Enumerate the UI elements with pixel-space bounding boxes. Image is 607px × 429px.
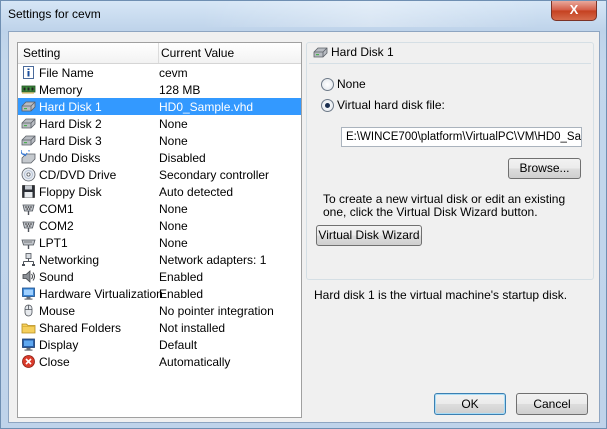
- hardware-virtualization-icon: [21, 286, 36, 301]
- setting-name: Hard Disk 2: [39, 117, 102, 131]
- window-title: Settings for cevm: [8, 7, 101, 21]
- undo-disks-icon: [21, 150, 36, 165]
- browse-button[interactable]: Browse...: [508, 158, 581, 179]
- setting-name: Shared Folders: [39, 321, 122, 335]
- setting-value: Default: [159, 338, 198, 352]
- title-glare: [201, 1, 541, 27]
- cd-dvd-icon: [21, 167, 36, 182]
- setting-value: None: [159, 202, 188, 216]
- setting-value: None: [159, 117, 188, 131]
- setting-value: Enabled: [159, 270, 204, 284]
- setting-value: Enabled: [159, 287, 204, 301]
- setting-name: Display: [39, 338, 79, 352]
- hard-disk-icon: [21, 116, 36, 131]
- list-header: Setting Current Value: [18, 43, 301, 64]
- setting-name: CD/DVD Drive: [39, 168, 117, 182]
- vhd-file-radio-label[interactable]: Virtual hard disk file:: [337, 98, 445, 112]
- setting-name: Floppy Disk: [39, 185, 102, 199]
- memory-icon: [21, 82, 36, 97]
- network-icon: [21, 252, 36, 267]
- vhd-path-input[interactable]: E:\WINCE700\platform\VirtualPC\VM\HD0_Sa…: [341, 127, 582, 147]
- settings-row-hard-disk-3[interactable]: Hard Disk 3 None: [18, 132, 301, 149]
- column-header-current-value[interactable]: Current Value: [161, 46, 234, 60]
- setting-name: Hard Disk 1: [39, 100, 102, 114]
- setting-value: None: [159, 134, 188, 148]
- setting-value: Automatically: [159, 355, 231, 369]
- setting-value: HD0_Sample.vhd: [159, 100, 254, 114]
- folder-icon: [21, 320, 36, 335]
- hard-disk-icon: [313, 46, 328, 59]
- settings-row-networking[interactable]: Networking Network adapters: 1: [18, 251, 301, 268]
- setting-value: Disabled: [159, 151, 206, 165]
- settings-row-com2[interactable]: COM2 None: [18, 217, 301, 234]
- settings-row-lpt1[interactable]: LPT1 None: [18, 234, 301, 251]
- setting-name: COM1: [39, 202, 74, 216]
- none-radio[interactable]: [321, 78, 334, 91]
- startup-disk-note: Hard disk 1 is the virtual machine's sta…: [314, 288, 568, 302]
- settings-row-shared-folders[interactable]: Shared Folders Not installed: [18, 319, 301, 336]
- settings-row-close[interactable]: Close Automatically: [18, 353, 301, 370]
- title-bar[interactable]: Settings for cevm X: [1, 1, 607, 31]
- setting-value: None: [159, 219, 188, 233]
- com-port-icon: [21, 201, 36, 216]
- settings-row-floppy-disk[interactable]: Floppy Disk Auto detected: [18, 183, 301, 200]
- group-divider: [309, 63, 591, 64]
- close-setting-icon: [21, 354, 36, 369]
- lpt-port-icon: [21, 235, 36, 250]
- setting-value: 128 MB: [159, 83, 201, 97]
- settings-row-undo-disks[interactable]: Undo Disks Disabled: [18, 149, 301, 166]
- sound-icon: [21, 269, 36, 284]
- settings-row-file-name[interactable]: File Name cevm: [18, 64, 301, 81]
- column-header-setting[interactable]: Setting: [23, 46, 60, 60]
- com-port-icon: [21, 218, 36, 233]
- setting-name: COM2: [39, 219, 74, 233]
- hard-disk-group: Hard Disk 1 None Virtual hard disk file:…: [306, 42, 594, 280]
- window-close-button[interactable]: X: [551, 1, 597, 21]
- setting-name: Hard Disk 3: [39, 134, 102, 148]
- ok-button[interactable]: OK: [434, 393, 506, 415]
- settings-row-hard-disk-2[interactable]: Hard Disk 2 None: [18, 115, 301, 132]
- virtual-disk-wizard-button[interactable]: Virtual Disk Wizard: [316, 225, 422, 246]
- settings-row-com1[interactable]: COM1 None: [18, 200, 301, 217]
- setting-value: No pointer integration: [159, 304, 274, 318]
- settings-row-cd-dvd-drive[interactable]: CD/DVD Drive Secondary controller: [18, 166, 301, 183]
- setting-name: Mouse: [39, 304, 76, 318]
- setting-name: Undo Disks: [39, 151, 101, 165]
- display-icon: [21, 337, 36, 352]
- setting-name: Memory: [39, 83, 83, 97]
- setting-name: Close: [39, 355, 70, 369]
- setting-name: Hardware Virtualization: [39, 287, 163, 301]
- close-icon: X: [569, 2, 579, 17]
- floppy-icon: [21, 184, 36, 199]
- setting-value: None: [159, 236, 188, 250]
- info-text: To create a new virtual disk or edit an …: [323, 192, 566, 219]
- none-radio-label[interactable]: None: [337, 77, 366, 91]
- setting-name: File Name: [39, 66, 94, 80]
- hard-disk-icon: [21, 99, 36, 114]
- setting-name: Networking: [39, 253, 100, 267]
- mouse-icon: [21, 303, 36, 318]
- setting-value: Secondary controller: [159, 168, 270, 182]
- settings-row-display[interactable]: Display Default: [18, 336, 301, 353]
- dialog-client-area: Setting Current Value File Name cevm Memor…: [8, 31, 600, 423]
- hard-disk-icon: [21, 133, 36, 148]
- setting-value: Not installed: [159, 321, 226, 335]
- settings-window: Settings for cevm X Setting Current Valu…: [0, 0, 607, 429]
- setting-value: Network adapters: 1: [159, 253, 267, 267]
- settings-row-hardware-virtualization[interactable]: Hardware Virtualization Enabled: [18, 285, 301, 302]
- settings-row-memory[interactable]: Memory 128 MB: [18, 81, 301, 98]
- cancel-button[interactable]: Cancel: [516, 393, 588, 415]
- setting-name: LPT1: [39, 236, 68, 250]
- setting-value: Auto detected: [159, 185, 234, 199]
- column-separator[interactable]: [158, 43, 159, 63]
- setting-name: Sound: [39, 270, 74, 284]
- setting-value: cevm: [159, 66, 188, 80]
- file-name-icon: [21, 65, 36, 80]
- settings-row-sound[interactable]: Sound Enabled: [18, 268, 301, 285]
- vhd-file-radio[interactable]: [321, 99, 334, 112]
- settings-row-mouse[interactable]: Mouse No pointer integration: [18, 302, 301, 319]
- settings-row-hard-disk-1[interactable]: Hard Disk 1 HD0_Sample.vhd: [18, 98, 301, 115]
- group-title-text: Hard Disk 1: [331, 45, 394, 59]
- settings-list[interactable]: Setting Current Value File Name cevm Memor…: [17, 42, 302, 418]
